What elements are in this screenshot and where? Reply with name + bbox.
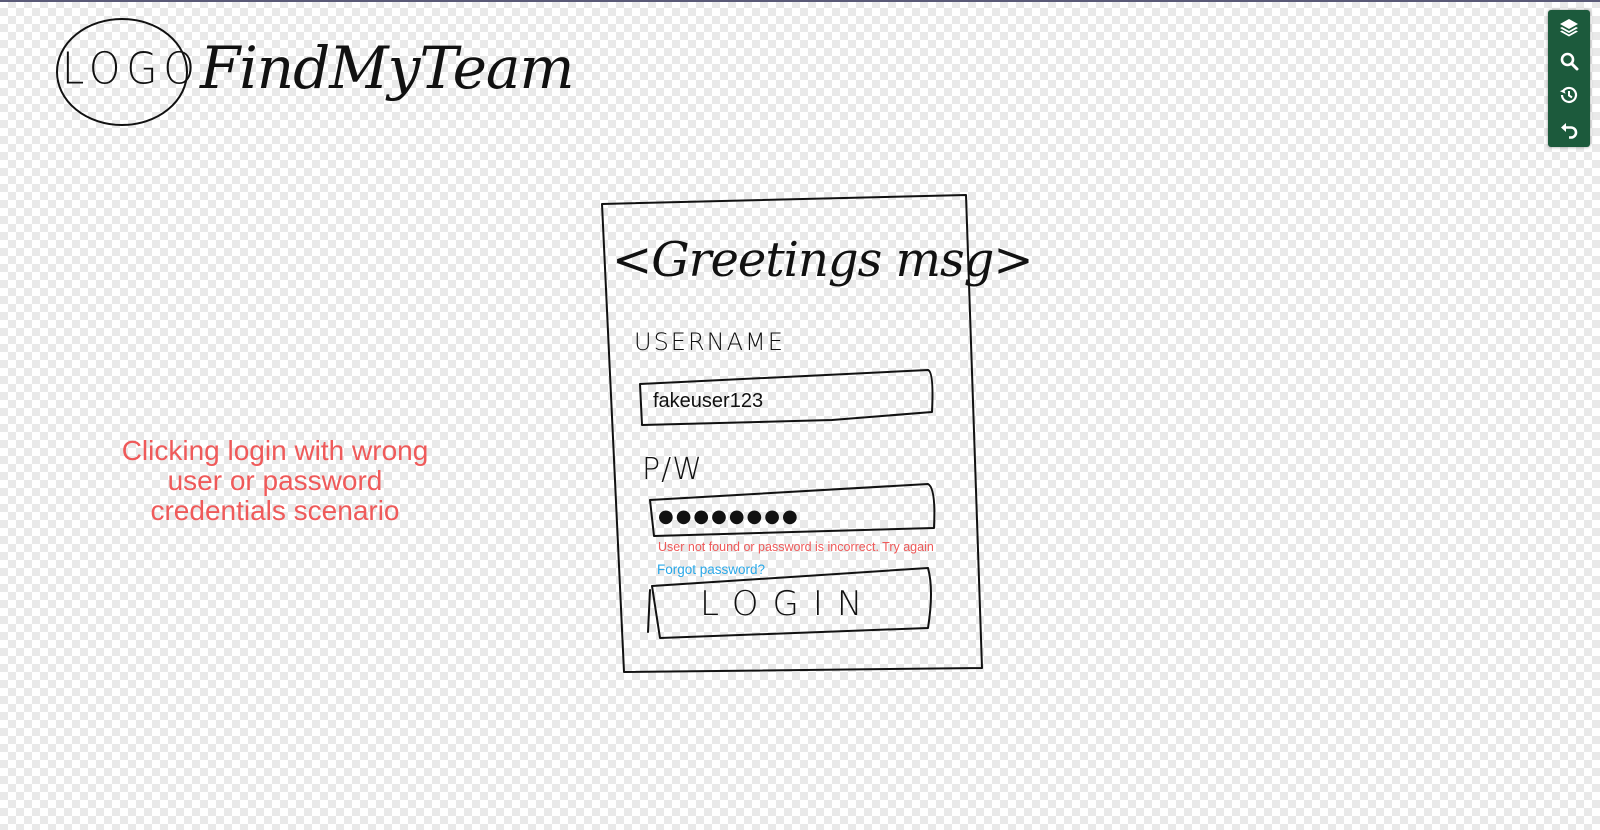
login-error-message: User not found or password is incorrect.… <box>658 540 934 554</box>
username-label: USERNAME <box>634 328 785 356</box>
logo-text: LOGO <box>62 43 201 95</box>
password-label: P/W <box>642 452 703 487</box>
password-input[interactable]: ●●●●●●●● <box>658 506 800 527</box>
scenario-note: Clicking login with wrong user or passwo… <box>121 435 429 526</box>
forgot-password-link[interactable]: Forgot password? <box>657 562 765 577</box>
history-button[interactable] <box>1548 78 1590 112</box>
layers-button[interactable] <box>1548 10 1590 44</box>
layers-icon <box>1560 19 1578 37</box>
undo-icon <box>1561 123 1578 139</box>
undo-button[interactable] <box>1548 112 1590 146</box>
brand-name: FindMyTeam <box>200 34 575 102</box>
history-icon <box>1559 86 1578 104</box>
login-button[interactable]: LOGIN <box>700 584 876 624</box>
greeting-message: <Greetings msg> <box>612 232 1034 288</box>
username-input[interactable]: fakeuser123 <box>653 390 763 413</box>
floating-toolbar <box>1548 10 1590 147</box>
search-icon <box>1560 52 1579 71</box>
search-button[interactable] <box>1548 44 1590 78</box>
sketch-outlines <box>56 18 983 673</box>
